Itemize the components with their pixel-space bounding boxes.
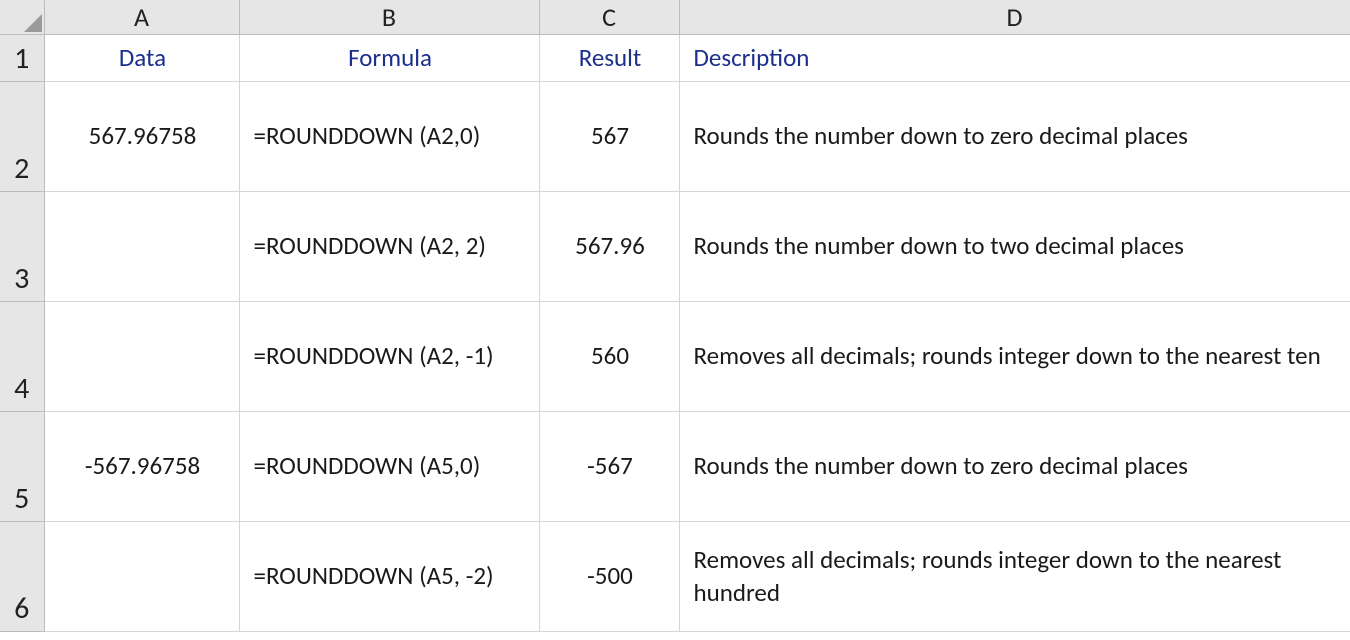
select-all-corner[interactable]	[0, 0, 44, 35]
row-header[interactable]: 6	[0, 521, 44, 631]
cell-C6[interactable]: -500	[539, 521, 679, 631]
cell-B1[interactable]: Formula	[239, 35, 539, 82]
table-row: 3 =ROUNDDOWN (A2, 2) 567.96 Rounds the n…	[0, 191, 1350, 301]
cell-A5[interactable]: -567.96758	[44, 411, 239, 521]
table-row: 6 =ROUNDDOWN (A5, -2) -500 Removes all d…	[0, 521, 1350, 631]
table-row: 5 -567.96758 =ROUNDDOWN (A5,0) -567 Roun…	[0, 411, 1350, 521]
cell-D1[interactable]: Description	[679, 35, 1350, 82]
cell-C2[interactable]: 567	[539, 81, 679, 191]
cell-B6[interactable]: =ROUNDDOWN (A5, -2)	[239, 521, 539, 631]
grid: A B C D 1 Data Formula Result Descriptio…	[0, 0, 1350, 632]
cell-D6[interactable]: Removes all decimals; rounds integer dow…	[679, 521, 1350, 631]
table-row: 1 Data Formula Result Description	[0, 35, 1350, 82]
cell-B5[interactable]: =ROUNDDOWN (A5,0)	[239, 411, 539, 521]
col-header-D[interactable]: D	[679, 0, 1350, 35]
cell-D5[interactable]: Rounds the number down to zero decimal p…	[679, 411, 1350, 521]
cell-A2[interactable]: 567.96758	[44, 81, 239, 191]
cell-D3[interactable]: Rounds the number down to two decimal pl…	[679, 191, 1350, 301]
cell-A4[interactable]	[44, 301, 239, 411]
cell-A1[interactable]: Data	[44, 35, 239, 82]
col-header-A[interactable]: A	[44, 0, 239, 35]
select-all-triangle-icon	[24, 14, 42, 32]
table-row: 2 567.96758 =ROUNDDOWN (A2,0) 567 Rounds…	[0, 81, 1350, 191]
cell-A6[interactable]	[44, 521, 239, 631]
table-row: 4 =ROUNDDOWN (A2, -1) 560 Removes all de…	[0, 301, 1350, 411]
cell-C4[interactable]: 560	[539, 301, 679, 411]
row-header[interactable]: 5	[0, 411, 44, 521]
row-header[interactable]: 2	[0, 81, 44, 191]
row-header[interactable]: 4	[0, 301, 44, 411]
cell-B2[interactable]: =ROUNDDOWN (A2,0)	[239, 81, 539, 191]
row-header[interactable]: 3	[0, 191, 44, 301]
row-header[interactable]: 1	[0, 35, 44, 82]
cell-A3[interactable]	[44, 191, 239, 301]
col-header-C[interactable]: C	[539, 0, 679, 35]
cell-C3[interactable]: 567.96	[539, 191, 679, 301]
column-header-row: A B C D	[0, 0, 1350, 35]
cell-B4[interactable]: =ROUNDDOWN (A2, -1)	[239, 301, 539, 411]
cell-D2[interactable]: Rounds the number down to zero decimal p…	[679, 81, 1350, 191]
cell-B3[interactable]: =ROUNDDOWN (A2, 2)	[239, 191, 539, 301]
cell-C5[interactable]: -567	[539, 411, 679, 521]
col-header-B[interactable]: B	[239, 0, 539, 35]
cell-C1[interactable]: Result	[539, 35, 679, 82]
cell-D4[interactable]: Removes all decimals; rounds integer dow…	[679, 301, 1350, 411]
spreadsheet: A B C D 1 Data Formula Result Descriptio…	[0, 0, 1350, 640]
